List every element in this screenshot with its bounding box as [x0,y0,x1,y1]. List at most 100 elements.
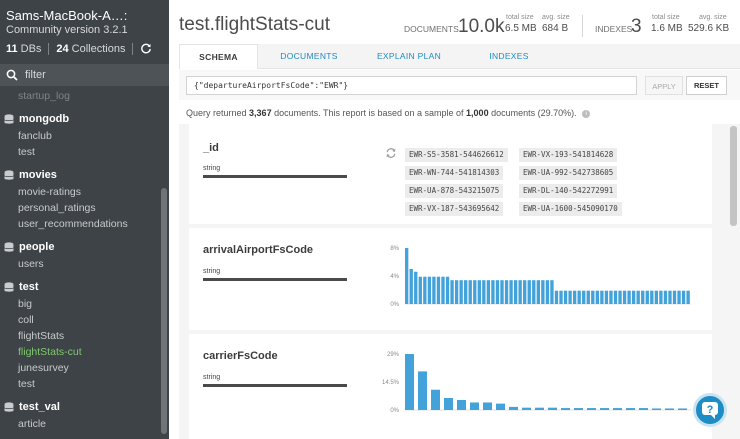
help-button[interactable]: ? [693,393,727,427]
histogram-bar[interactable] [423,276,427,304]
histogram-bar[interactable] [522,407,531,410]
sidebar-item-movie-ratings[interactable]: movie-ratings [0,184,160,200]
histogram-bar[interactable] [500,280,504,304]
sidebar-db-mongodb[interactable]: mongodb [0,110,160,128]
refresh-icon[interactable] [140,43,152,55]
histogram-bar[interactable] [535,407,544,410]
histogram-bar[interactable] [604,290,609,304]
histogram-bar[interactable] [678,408,687,410]
info-icon[interactable]: i [582,110,591,118]
sidebar-item-junesurvey[interactable]: junesurvey [0,360,160,376]
histogram-bar[interactable] [568,290,572,304]
histogram-bar[interactable] [672,290,677,304]
field-type[interactable]: string [203,268,220,275]
histogram-bar[interactable] [509,280,513,304]
histogram-bar[interactable] [523,280,527,304]
histogram-bar[interactable] [554,290,559,304]
histogram-bar[interactable] [496,403,505,410]
histogram-bar[interactable] [427,276,432,304]
histogram-bar[interactable] [591,290,595,304]
histogram-bar[interactable] [600,290,604,304]
sidebar-item-test[interactable]: test [0,144,160,160]
histogram-bar[interactable] [414,271,418,304]
histogram-bar[interactable] [444,398,453,410]
histogram-bar[interactable] [587,408,596,410]
id-value-chip[interactable]: EWR-VX-193-541814628 [519,148,618,162]
histogram-bar[interactable] [459,280,463,304]
histogram-bar[interactable] [532,280,536,304]
filter-input[interactable]: filter [25,69,46,81]
sidebar-item-users[interactable]: users [0,256,160,272]
histogram-bar[interactable] [559,290,563,304]
sidebar-scrollbar[interactable] [161,188,167,434]
histogram-bar[interactable] [541,280,545,304]
histogram-bar[interactable] [445,276,450,304]
tab-documents[interactable]: DOCUMENTS [264,44,354,69]
histogram-bar[interactable] [613,290,618,304]
id-value-chip[interactable]: EWR-VX-187-543695642 [405,202,504,216]
histogram-bar[interactable] [486,280,491,304]
reset-button[interactable]: RESET [686,76,727,95]
histogram-bar[interactable] [641,290,645,304]
histogram-bar[interactable] [618,290,622,304]
histogram-bar[interactable] [609,290,613,304]
id-value-chip[interactable]: EWR-S5-3581-544626612 [405,148,508,162]
histogram-bar[interactable] [548,407,557,410]
histogram-bar[interactable] [626,408,635,410]
sidebar-db-test-val[interactable]: test_val [0,398,160,416]
sidebar-item-startup-log[interactable]: startup_log [0,88,160,104]
field-type[interactable]: string [203,374,220,381]
histogram-bar[interactable] [504,280,509,304]
histogram-bar[interactable] [409,269,413,304]
id-value-chip[interactable]: EWR-WN-744-541814303 [405,166,504,180]
query-input[interactable]: {"departureAirportFsCode":"EWR"} [186,76,637,95]
histogram-bar[interactable] [650,290,654,304]
histogram-bar[interactable] [639,408,648,410]
histogram-bar[interactable] [665,408,674,410]
histogram-bar[interactable] [495,280,500,304]
sidebar-db-people[interactable]: people [0,238,160,256]
histogram-bar[interactable] [645,290,649,304]
histogram-bar[interactable] [457,399,466,410]
histogram-bar[interactable] [622,290,627,304]
histogram-bar[interactable] [441,276,445,304]
type-bar[interactable] [203,175,347,178]
histogram-bar[interactable] [454,280,459,304]
histogram-bar[interactable] [677,290,681,304]
histogram-bar[interactable] [431,389,440,410]
field-type[interactable]: string [203,165,220,172]
histogram-bar[interactable] [627,290,631,304]
histogram-bar[interactable] [468,280,472,304]
histogram-bar[interactable] [491,280,495,304]
sidebar-item-fanclub[interactable]: fanclub [0,128,160,144]
histogram-bar[interactable] [482,280,486,304]
sidebar-item-test[interactable]: test [0,376,160,392]
tab-indexes[interactable]: INDEXES [464,44,554,69]
histogram-bar[interactable] [536,280,540,304]
histogram-bar[interactable] [600,408,609,410]
histogram-bar[interactable] [405,248,409,304]
histogram-bar[interactable] [432,276,436,304]
histogram-bar[interactable] [513,280,518,304]
histogram-bar[interactable] [518,280,522,304]
id-value-chip[interactable]: EWR-UA-992-542738605 [519,166,618,180]
content-scrollbar[interactable] [730,126,737,226]
histogram-bar[interactable] [613,408,622,410]
histogram-bar[interactable] [659,290,663,304]
sidebar-item-article[interactable]: article [0,416,160,432]
histogram-bar[interactable] [577,290,581,304]
histogram-bar[interactable] [582,290,586,304]
histogram-bar[interactable] [550,280,554,304]
histogram-bar[interactable] [405,354,414,410]
histogram-bar[interactable] [681,290,686,304]
sidebar-item-personal-ratings[interactable]: personal_ratings [0,200,160,216]
histogram-bar[interactable] [561,408,570,410]
type-bar[interactable] [203,384,347,387]
histogram-bar[interactable] [470,402,479,410]
histogram-bar[interactable] [572,290,577,304]
sidebar-item-big[interactable]: big [0,296,160,312]
id-value-chip[interactable]: EWR-UA-878-543215075 [405,184,504,198]
histogram-bar[interactable] [631,290,636,304]
histogram-bar[interactable] [574,408,583,410]
histogram-bar[interactable] [527,280,531,304]
